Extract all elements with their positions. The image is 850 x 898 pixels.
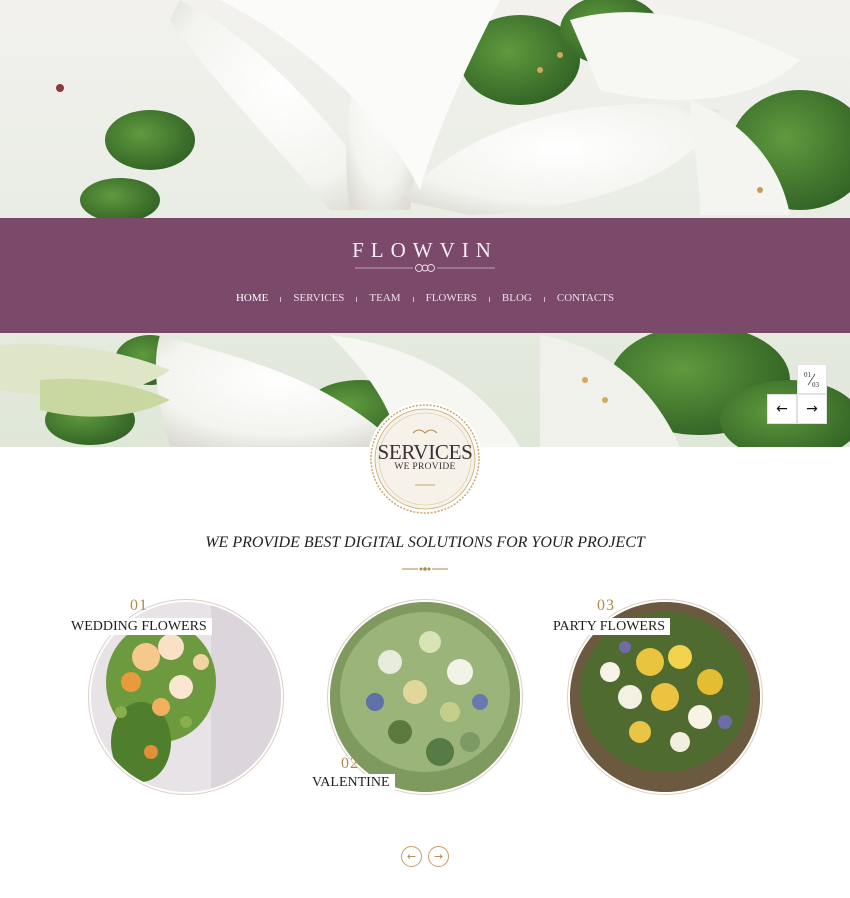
- services-prev-button[interactable]: ←: [401, 846, 422, 867]
- slide-counter: 01 03: [797, 364, 827, 394]
- services-badge-subtitle: WE PROVIDE: [394, 462, 456, 472]
- slider-next-button[interactable]: →: [797, 394, 827, 424]
- nav-blog[interactable]: BLOG: [490, 292, 544, 304]
- hero-slider: FLOWVIN HOME SERVICES TEAM FLOWERS BLOG …: [0, 0, 850, 447]
- nav-services[interactable]: SERVICES: [281, 292, 356, 304]
- service-card-valentine[interactable]: 02 VALENTINE: [305, 595, 545, 805]
- service-label[interactable]: PARTY FLOWERS: [548, 618, 671, 635]
- nav-team[interactable]: TEAM: [357, 292, 412, 304]
- service-number: 01: [130, 597, 148, 614]
- service-card-party[interactable]: 03 PARTY FLOWERS: [545, 595, 785, 805]
- site-logo[interactable]: FLOWVIN: [0, 238, 850, 263]
- main-nav: HOME SERVICES TEAM FLOWERS BLOG CONTACTS: [0, 292, 850, 304]
- services-next-button[interactable]: →: [428, 846, 449, 867]
- services-tagline: WE PROVIDE BEST DIGITAL SOLUTIONS FOR YO…: [205, 534, 645, 551]
- arrow-right-icon: →: [806, 401, 818, 417]
- arrow-left-icon: ←: [406, 850, 417, 863]
- service-card-wedding[interactable]: 01 WEDDING FLOWERS: [60, 595, 300, 805]
- service-label[interactable]: VALENTINE: [307, 774, 395, 791]
- divider-ornament: [402, 567, 448, 571]
- slide-counter-total: 03: [812, 381, 820, 389]
- nav-contacts[interactable]: CONTACTS: [545, 292, 626, 304]
- slide-counter-current: 01: [804, 371, 812, 379]
- nav-home[interactable]: HOME: [224, 292, 280, 304]
- arrow-right-icon: →: [433, 850, 444, 863]
- slider-prev-button[interactable]: ←: [767, 394, 797, 424]
- nav-flowers[interactable]: FLOWERS: [414, 292, 489, 304]
- service-number: 03: [597, 597, 615, 614]
- service-label[interactable]: WEDDING FLOWERS: [66, 618, 212, 635]
- arrow-left-icon: ←: [776, 401, 788, 417]
- logo-ornament: [355, 264, 495, 272]
- service-number: 02: [341, 755, 359, 772]
- nav-band: [0, 218, 850, 333]
